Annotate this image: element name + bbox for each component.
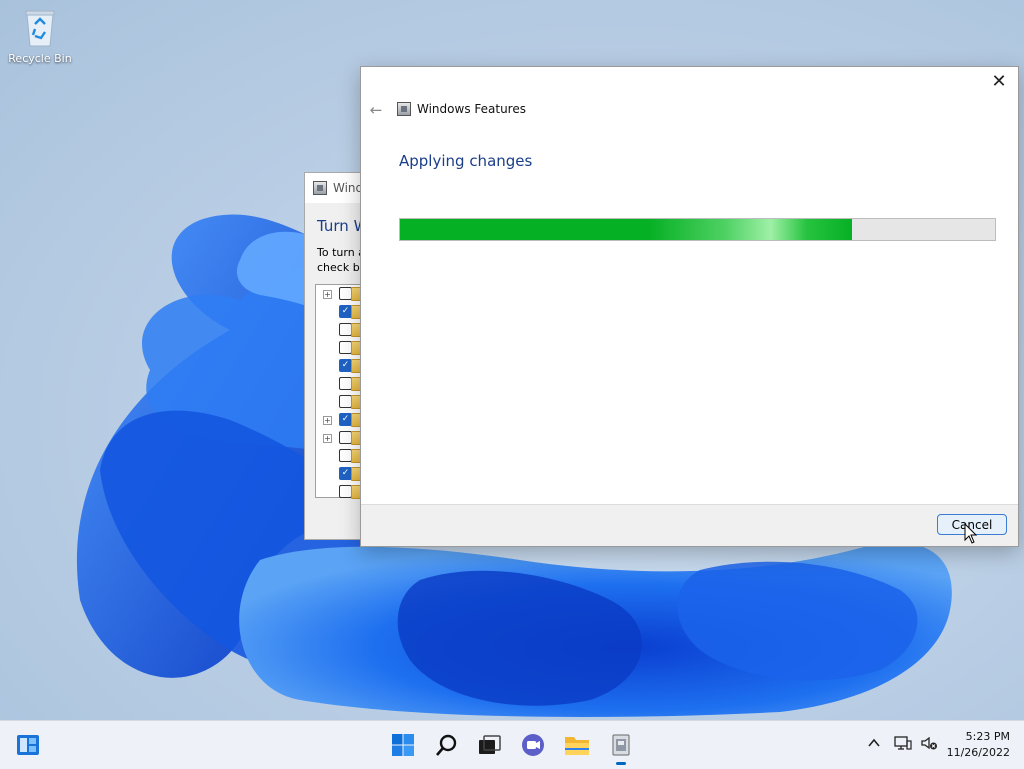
progress-bar bbox=[399, 218, 996, 241]
recycle-bin-shortcut[interactable]: Recycle Bin bbox=[4, 8, 76, 65]
clock-date: 11/26/2022 bbox=[946, 746, 1010, 759]
task-view-icon[interactable] bbox=[475, 731, 503, 759]
windows-features-icon[interactable] bbox=[607, 731, 635, 765]
applying-changes-heading: Applying changes bbox=[399, 152, 533, 170]
windows-features-app-icon bbox=[397, 102, 411, 116]
dialog-title: Windows Features bbox=[417, 102, 526, 116]
expand-icon[interactable]: + bbox=[323, 416, 332, 425]
clock-time: 5:23 PM bbox=[965, 730, 1010, 743]
windows-features-app-icon bbox=[313, 181, 327, 195]
search-icon[interactable] bbox=[433, 731, 461, 759]
widgets-icon[interactable] bbox=[14, 731, 42, 759]
volume-muted-icon[interactable] bbox=[920, 735, 938, 754]
show-hidden-icons-chevron-icon[interactable] bbox=[866, 735, 882, 754]
taskbar: 5:23 PM 11/26/2022 bbox=[0, 720, 1024, 769]
recycle-bin-icon bbox=[23, 8, 57, 48]
description-line: To turn a bbox=[317, 246, 365, 259]
progress-fill bbox=[400, 219, 853, 240]
clock[interactable]: 5:23 PM 11/26/2022 bbox=[947, 729, 1010, 761]
chat-icon[interactable] bbox=[519, 731, 547, 759]
background-window-description: To turn a check bo bbox=[317, 245, 366, 275]
expand-icon[interactable]: + bbox=[323, 434, 332, 443]
dialog-title-row: Windows Features bbox=[397, 102, 526, 116]
network-icon[interactable] bbox=[894, 735, 912, 754]
description-line: check bo bbox=[317, 261, 367, 274]
start-icon[interactable] bbox=[389, 731, 417, 759]
close-icon[interactable]: ✕ bbox=[986, 71, 1012, 93]
file-explorer-icon[interactable] bbox=[563, 731, 591, 759]
active-app-indicator bbox=[616, 762, 626, 765]
recycle-bin-label: Recycle Bin bbox=[8, 52, 72, 65]
mouse-cursor-icon bbox=[964, 523, 978, 544]
expand-icon[interactable]: + bbox=[323, 290, 332, 299]
back-arrow-icon[interactable]: ← bbox=[367, 101, 385, 119]
windows-features-dialog: ✕ ← Windows Features Applying changes Ca… bbox=[360, 66, 1019, 547]
dialog-footer: Cancel bbox=[361, 504, 1018, 546]
